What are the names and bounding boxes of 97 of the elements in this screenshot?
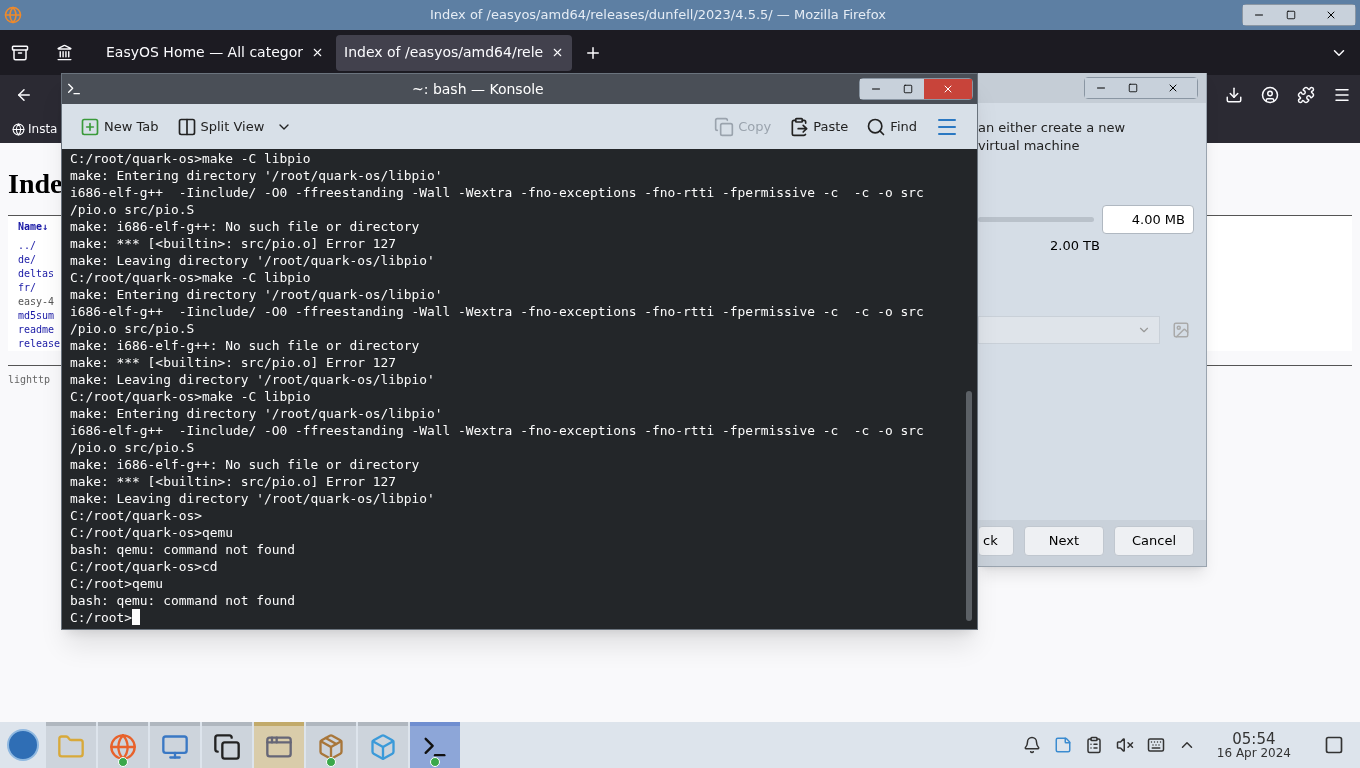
dialog-button[interactable]: Cancel	[1114, 526, 1194, 556]
terminal-icon	[66, 81, 82, 97]
split-icon	[176, 116, 197, 137]
maximize-icon	[1286, 10, 1296, 20]
download-icon[interactable]	[1225, 86, 1243, 104]
terminal-line: /pio.o src/pio.S	[70, 439, 195, 456]
newtab-icon	[80, 116, 100, 137]
clock-time[interactable]: 05:54	[1232, 731, 1276, 747]
maximize-icon	[903, 84, 913, 94]
minimize-button[interactable]	[1085, 78, 1117, 98]
toolbar-button[interactable]: Find	[866, 116, 917, 137]
terminal-line: make: *** [<builtin>: src/pio.o] Error 127	[70, 354, 396, 371]
terminal-line: make: Leaving directory '/root/quark-os/libpio'	[70, 490, 435, 507]
close-icon[interactable]	[311, 46, 324, 59]
package-icon	[317, 733, 345, 761]
terminal-line: make: Leaving directory '/root/quark-os/libpio'	[70, 371, 435, 388]
file-link[interactable]: fr/	[18, 281, 37, 295]
file-link[interactable]: ../	[18, 239, 37, 253]
terminal-line: C:/root>	[70, 609, 133, 626]
terminal-line: C:/root/quark-os>make -C libpio	[70, 150, 311, 167]
taskbar-app[interactable]	[410, 722, 460, 768]
terminal-line: i686-elf-g++ -Iinclude/ -O0 -ffreestanding -Wall -Wextra -fno-exceptions -fno-rtti -fpermissive -c -c -o src	[70, 422, 924, 439]
terminal-line: C:/root/quark-os>qemu	[70, 524, 233, 541]
file-link[interactable]: easy-4	[18, 295, 55, 309]
close-icon	[942, 83, 954, 95]
terminal-line: bash: qemu: command not found	[70, 541, 296, 558]
folder-icon	[57, 733, 85, 761]
cursor	[132, 609, 141, 625]
muted-speaker-icon[interactable]	[1115, 736, 1134, 754]
copy-icon	[714, 116, 735, 137]
browser-tab[interactable]: EasyOS Home — All categor	[98, 34, 332, 71]
terminal-line: C:/root/quark-os>make -C libpio	[70, 269, 311, 286]
taskbar-app[interactable]	[202, 722, 252, 768]
terminal-line: make: Entering directory '/root/quark-os/libpio'	[70, 405, 443, 422]
show-desktop-icon[interactable]	[1324, 735, 1344, 755]
dialog-button[interactable]: Next	[1024, 526, 1104, 556]
clipboard-icon[interactable]	[1084, 736, 1103, 754]
start-orb-icon	[6, 729, 39, 761]
max-size-label: 2.00 TB	[1050, 237, 1101, 255]
box-icon	[369, 733, 397, 761]
terminal-line: make: Leaving directory '/root/quark-os/libpio'	[70, 252, 435, 269]
terminal-line: C:/root>qemu	[70, 575, 164, 592]
notification-icon[interactable]	[1022, 736, 1041, 754]
terminal-line: i686-elf-g++ -Iinclude/ -O0 -ffreestanding -Wall -Wextra -fno-exceptions -fno-rtti -fpermissive -c -c -o src	[70, 303, 924, 320]
minimize-button[interactable]	[860, 79, 892, 99]
intro-text: an either create a new	[978, 119, 1127, 137]
dialog-button[interactable]: ck	[978, 526, 1014, 556]
scrollbar-thumb[interactable]	[966, 391, 972, 621]
window-title: ~: bash — Konsole	[412, 79, 544, 99]
size-field[interactable]: 4.00 MB	[1102, 205, 1194, 234]
terminal-line: C:/root/quark-os>	[70, 507, 202, 524]
page-heading: Inde	[8, 167, 63, 201]
intro-text: virtual machine	[978, 137, 1081, 155]
server-footer: lighttp	[8, 372, 51, 387]
terminal-line: make: i686-elf-g++: No such file or directory	[70, 337, 420, 354]
maximize-icon	[1128, 83, 1138, 93]
back-icon[interactable]	[15, 86, 33, 104]
terminal-line: make: Entering directory '/root/quark-os/libpio'	[70, 286, 443, 303]
globe-icon	[12, 122, 25, 136]
bookmark-link[interactable]: Insta	[28, 120, 58, 138]
file-link[interactable]: readme	[18, 323, 55, 337]
toolbar-button[interactable]: Split View	[176, 116, 293, 137]
terminal-line: i686-elf-g++ -Iinclude/ -O0 -ffreestanding -Wall -Wextra -fno-exceptions -fno-rtti -fpermissive -c -c -o src	[70, 184, 924, 201]
terminal-line: bash: qemu: command not found	[70, 592, 296, 609]
file-link[interactable]: deltas	[18, 267, 55, 281]
file-link[interactable]: md5sum	[18, 309, 55, 323]
extensions-icon[interactable]	[1297, 86, 1315, 104]
terminal-line: make: i686-elf-g++: No such file or directory	[70, 456, 420, 473]
bookmark-icon[interactable]	[56, 44, 73, 61]
terminal-line: make: *** [<builtin>: src/pio.o] Error 127	[70, 473, 396, 490]
terminal-line: C:/root/quark-os>cd	[70, 558, 218, 575]
size-slider-track[interactable]	[978, 217, 1094, 222]
file-link[interactable]: release	[18, 337, 61, 351]
terminal-line: /pio.o src/pio.S	[70, 201, 195, 218]
tab-overview-icon[interactable]	[11, 43, 29, 62]
browser-tab[interactable]: Index of /easyos/amd64/rele	[336, 34, 573, 71]
find-icon	[866, 116, 887, 137]
menu-icon[interactable]	[1333, 86, 1351, 104]
clock-date[interactable]: 16 Apr 2024	[1216, 746, 1291, 759]
terminal-line: make: *** [<builtin>: src/pio.o] Error 127	[70, 235, 396, 252]
terminal-line: make: Entering directory '/root/quark-os/libpio'	[70, 167, 443, 184]
close-icon	[1167, 82, 1179, 94]
paste-icon	[789, 116, 810, 137]
terminal-line: make: i686-elf-g++: No such file or directory	[70, 218, 420, 235]
toolbar-button[interactable]: Paste	[789, 116, 849, 137]
keyboard-layout-icon[interactable]	[1146, 736, 1165, 754]
close-icon	[1325, 9, 1337, 21]
column-header[interactable]: Name↓	[18, 220, 49, 234]
terminal-line: /pio.o src/pio.S	[70, 320, 195, 337]
file-link[interactable]: de/	[18, 253, 37, 267]
toolbar-button[interactable]: New Tab	[80, 116, 159, 137]
terminal-line: C:/root/quark-os>make -C libpio	[70, 388, 311, 405]
notes-icon[interactable]	[1053, 736, 1072, 754]
maximize-button[interactable]	[892, 79, 924, 99]
account-icon[interactable]	[1261, 86, 1279, 104]
window-title: Index of /easyos/amd64/releases/dunfell/2023/4.5.5/ — Mozilla Firefox	[430, 6, 886, 25]
minimize-button[interactable]	[1243, 5, 1275, 25]
